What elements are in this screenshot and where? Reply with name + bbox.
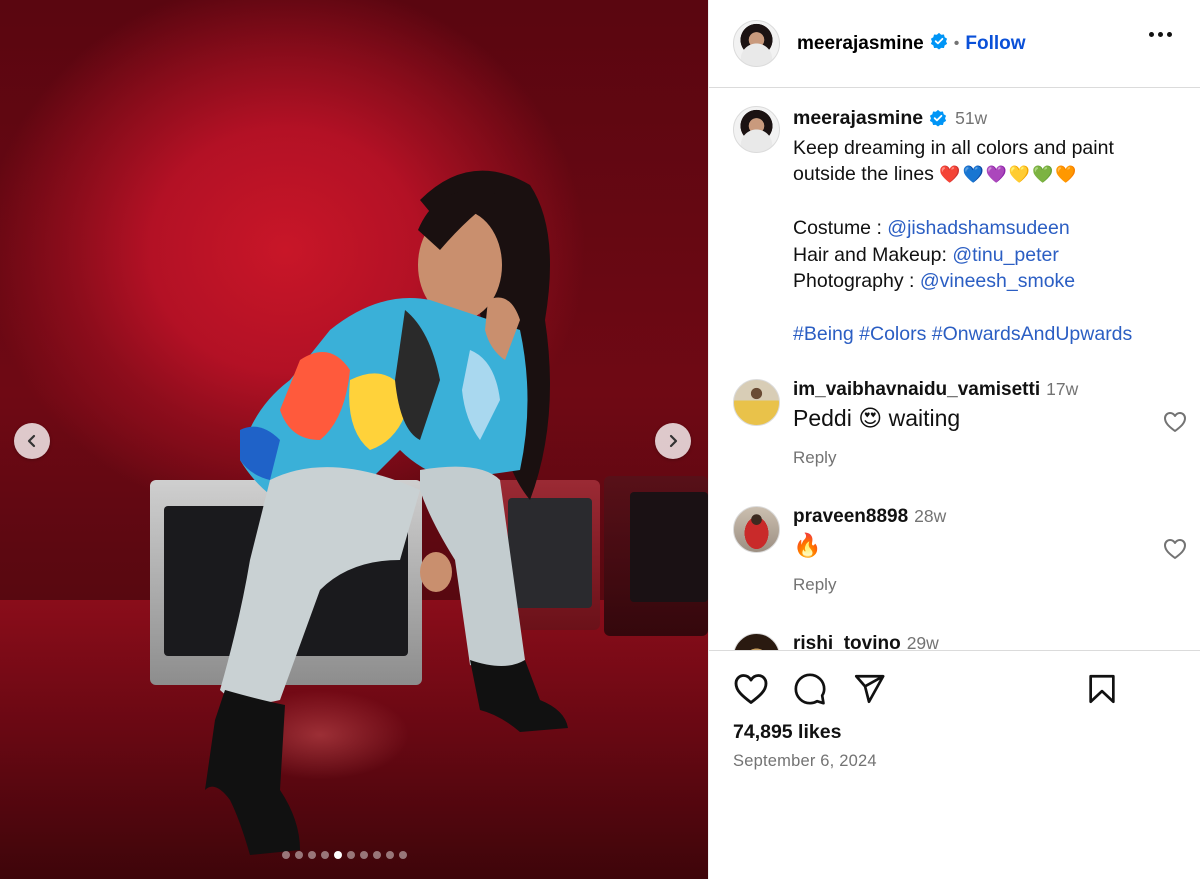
comment-text: 🔥 — [793, 532, 822, 558]
post-actions — [733, 672, 1183, 708]
comment-timestamp[interactable]: 29w — [907, 633, 939, 650]
caption-heart-emojis: ❤️💙💜💛💚🧡 — [939, 165, 1079, 184]
comments-section[interactable]: meerajasmine 51w Keep dreaming in all col… — [709, 89, 1200, 651]
carousel-dot — [334, 851, 342, 859]
carousel-dot — [282, 851, 290, 859]
commenter-username[interactable]: im_vaibhavnaidu_vamisetti — [793, 379, 1040, 400]
carousel-dot — [360, 851, 368, 859]
more-options-icon[interactable] — [1149, 32, 1172, 37]
author-avatar[interactable] — [733, 20, 780, 67]
follow-button[interactable]: Follow — [965, 33, 1025, 55]
post-sidebar: meerajasmine • Follow meerajasmine 51w Ke… — [708, 0, 1200, 879]
author-username[interactable]: meerajasmine — [797, 33, 924, 55]
mention-photography[interactable]: @vineesh_smoke — [920, 270, 1075, 292]
caption-author-avatar[interactable] — [733, 106, 780, 153]
bookmark-icon — [1089, 674, 1115, 704]
carousel-dot — [321, 851, 329, 859]
comment-like-button[interactable] — [1163, 411, 1187, 438]
comment-like-button[interactable] — [1163, 538, 1187, 565]
separator-dot: • — [953, 34, 960, 52]
caption-text-line-2: outside the lines — [793, 163, 934, 185]
heart-icon — [1164, 412, 1186, 432]
hashtag-being[interactable]: #Being — [793, 323, 854, 345]
comment-icon — [794, 673, 826, 705]
carousel-dot — [373, 851, 381, 859]
post-header: meerajasmine • Follow — [709, 0, 1200, 88]
verified-badge-icon — [929, 108, 947, 135]
chevron-left-icon — [27, 434, 36, 448]
carousel-dot — [295, 851, 303, 859]
chevron-right-icon — [669, 434, 678, 448]
share-icon — [854, 674, 885, 704]
commenter-avatar[interactable] — [733, 633, 780, 650]
carousel-dot — [399, 851, 407, 859]
carousel-prev-button[interactable] — [14, 423, 50, 459]
verified-badge-icon — [930, 32, 948, 55]
likes-count[interactable]: 74,895 likes — [733, 721, 841, 744]
carousel-dot — [308, 851, 316, 859]
save-button[interactable] — [1085, 672, 1119, 711]
photography-label: Photography : — [793, 270, 920, 292]
caption-timestamp[interactable]: 51w — [955, 108, 987, 128]
heart-icon — [734, 674, 768, 704]
carousel-next-button[interactable] — [655, 423, 691, 459]
comment-item: praveen8898 28w 🔥 Reply — [733, 506, 1186, 595]
reply-button[interactable]: Reply — [793, 448, 1183, 468]
share-button[interactable] — [851, 672, 887, 711]
post-caption: meerajasmine 51w Keep dreaming in all col… — [733, 105, 1183, 348]
comment-item: rishi_tovino 29w — [733, 633, 1183, 650]
post-date[interactable]: September 6, 2024 — [733, 752, 877, 771]
comment-button[interactable] — [792, 672, 828, 711]
comment-text: Peddi 😍 waiting — [793, 405, 961, 431]
commenter-username[interactable]: praveen8898 — [793, 506, 908, 527]
comment-timestamp[interactable]: 17w — [1046, 379, 1078, 399]
reply-button[interactable]: Reply — [793, 575, 1183, 595]
commenter-avatar[interactable] — [733, 379, 780, 426]
post-photo-subject — [205, 170, 568, 855]
carousel-indicator — [282, 851, 407, 859]
heart-icon — [1164, 539, 1186, 559]
hashtag-onwards-and-upwards[interactable]: #OnwardsAndUpwards — [932, 323, 1133, 345]
carousel-dot — [347, 851, 355, 859]
carousel-dot — [386, 851, 394, 859]
costume-label: Costume : — [793, 217, 888, 239]
comment-timestamp[interactable]: 28w — [914, 506, 946, 526]
like-button[interactable] — [733, 672, 769, 711]
mention-costume[interactable]: @jishadshamsudeen — [887, 217, 1069, 239]
caption-text-line-1: Keep dreaming in all colors and paint — [793, 136, 1114, 159]
commenter-username[interactable]: rishi_tovino — [793, 633, 901, 650]
post-media[interactable] — [0, 0, 708, 879]
commenter-avatar[interactable] — [733, 506, 780, 553]
mention-hair-makeup[interactable]: @tinu_peter — [952, 244, 1059, 266]
comment-item: im_vaibhavnaidu_vamisetti 17w Peddi 😍 wai… — [733, 379, 1186, 468]
caption-username[interactable]: meerajasmine — [793, 107, 923, 129]
hair-makeup-label: Hair and Makeup: — [793, 243, 953, 266]
hashtag-colors[interactable]: #Colors — [859, 323, 926, 345]
